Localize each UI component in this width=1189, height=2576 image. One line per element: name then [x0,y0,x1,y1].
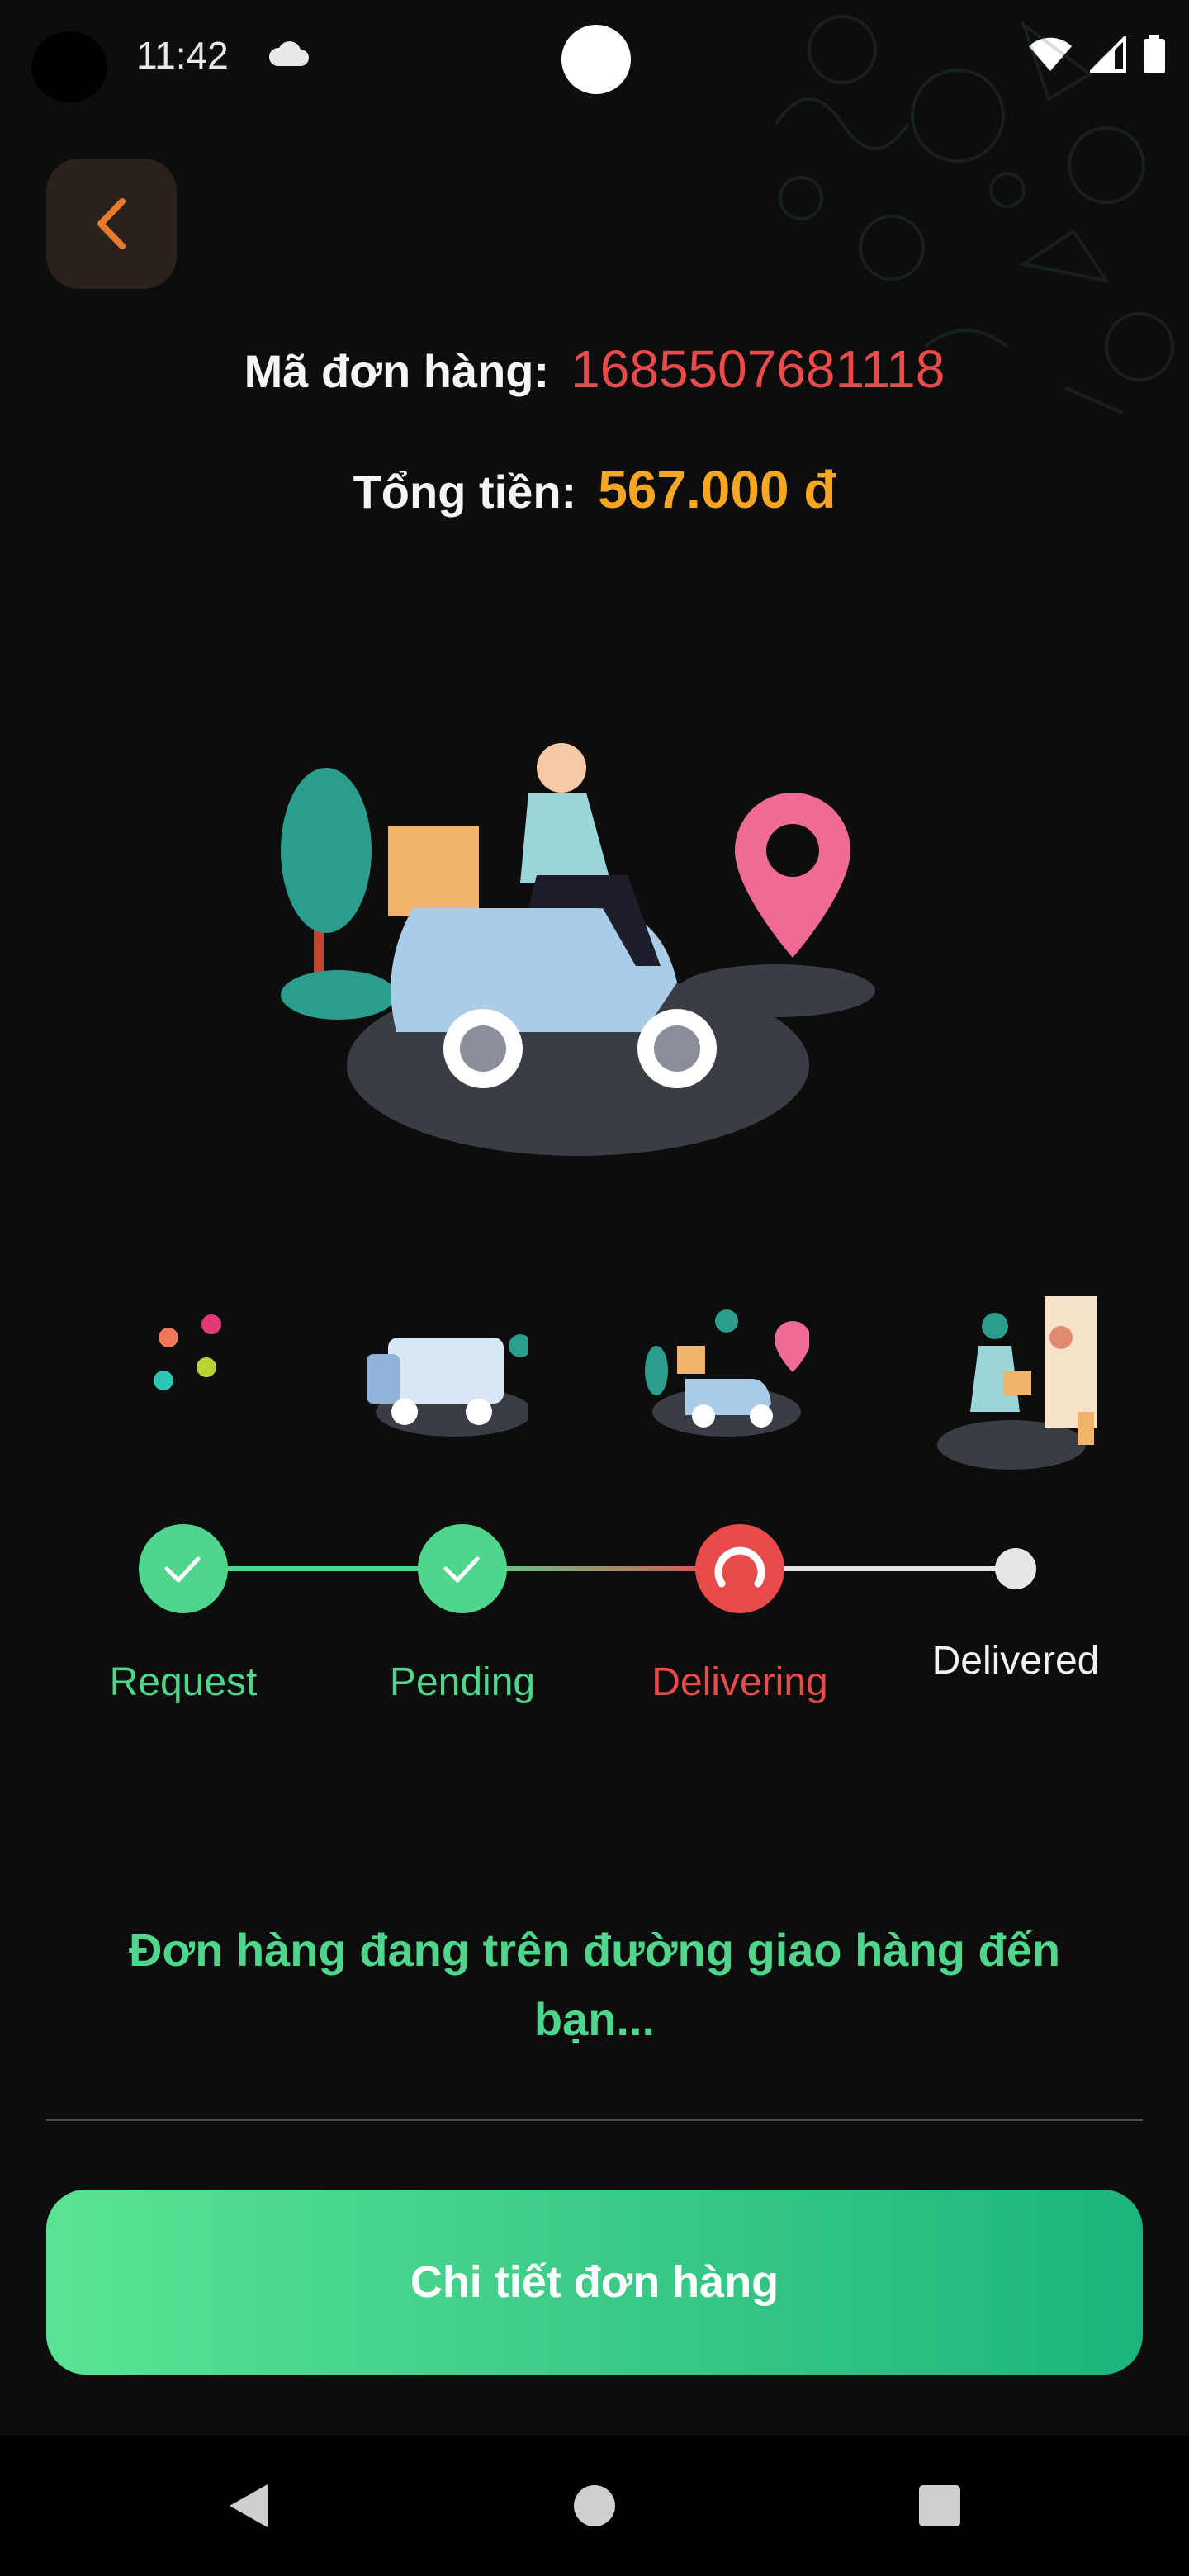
loading-dots-icon [154,1314,221,1390]
step-label-delivering: Delivering [651,1660,828,1704]
nav-back-button[interactable] [220,2477,277,2535]
scooter-delivery-icon [645,1309,809,1437]
cloud-icon [268,41,309,66]
order-progress-tracker [139,1524,1036,1613]
delivery-status-message: Đơn hàng đang trên đường giao hàng đến b… [128,1924,1061,2045]
order-total-label: Tổng tiền: [353,466,577,518]
truck-loading-icon [367,1334,528,1437]
step-dot-delivered [995,1548,1036,1589]
step-dot-pending [418,1524,507,1613]
order-details-button[interactable]: Chi tiết đơn hàng [46,2190,1143,2375]
triangle-back-icon [230,2484,268,2527]
divider [46,2119,1143,2121]
order-id-value: 1685507681118 [571,339,945,399]
status-time: 11:42 [136,34,229,77]
step-label-pending: Pending [389,1660,536,1704]
square-recents-icon [919,2485,960,2526]
system-navigation-bar [0,2436,1189,2576]
chevron-left-icon [97,198,126,249]
step-dot-request [139,1524,228,1613]
step-illustrations [0,1288,1189,1486]
circle-home-icon [574,2485,615,2526]
order-id-row: Mã đơn hàng: 1685507681118 [0,339,1189,400]
package-delivered-icon [937,1296,1097,1470]
delivery-scooter-illustration [281,743,875,1156]
step-label-request: Request [109,1660,258,1704]
step-label-delivered: Delivered [931,1639,1100,1683]
back-button[interactable] [46,159,177,289]
front-camera [561,25,631,94]
order-total-value: 567.000 đ [598,460,836,519]
camera-cutout [31,31,107,102]
order-id-label: Mã đơn hàng: [244,345,550,397]
nav-recents-button[interactable] [911,2477,969,2535]
food-doodle-background [775,15,1174,414]
nav-home-button[interactable] [566,2477,623,2535]
order-total-row: Tổng tiền: 567.000 đ [0,459,1189,520]
step-dot-delivering [695,1524,784,1613]
